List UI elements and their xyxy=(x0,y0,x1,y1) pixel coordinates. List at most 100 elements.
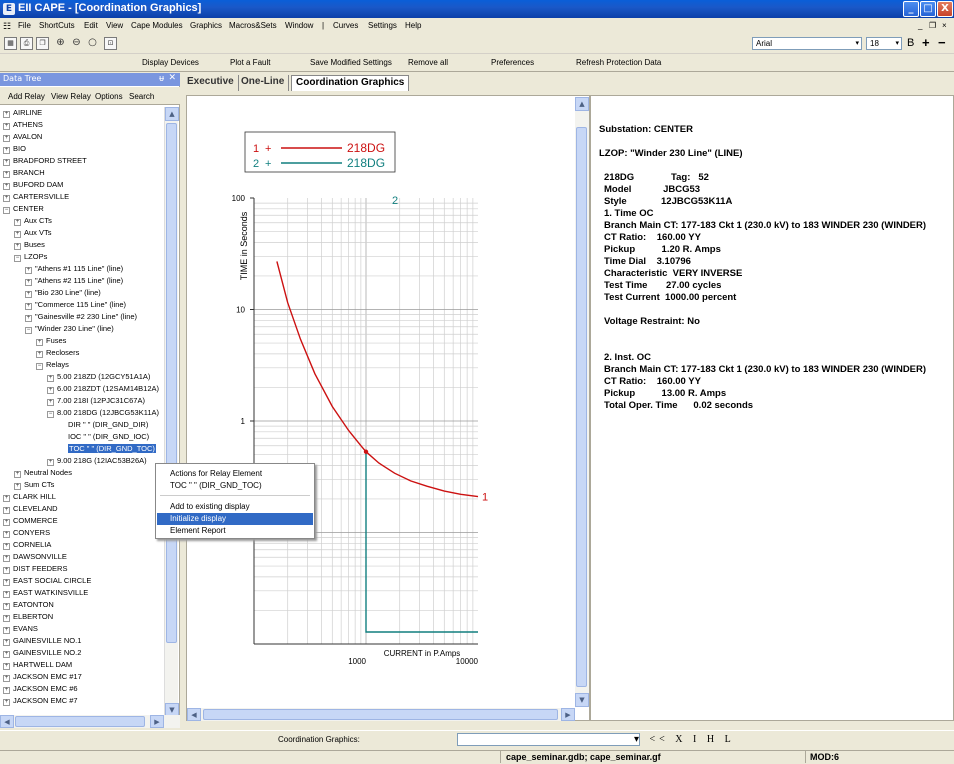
expand-icon[interactable]: + xyxy=(3,183,10,190)
expand-icon[interactable]: + xyxy=(25,267,32,274)
expand-icon[interactable]: + xyxy=(3,615,10,622)
tree-node-substation[interactable]: + GAINESVILLE NO.1 xyxy=(3,635,81,647)
tree-node-substation[interactable]: + BIO xyxy=(3,143,26,155)
menu-file[interactable]: File xyxy=(18,21,31,30)
expand-icon[interactable]: + xyxy=(3,507,10,514)
scroll-right-icon[interactable]: ▶ xyxy=(561,708,575,721)
graph-hscroll-thumb[interactable] xyxy=(203,709,558,720)
font-select[interactable]: Arial ▾ xyxy=(752,37,862,50)
zoom-fit-icon[interactable]: ⊡ xyxy=(104,37,117,50)
tree-node[interactable]: DIR " " (DIR_GND_DIR) xyxy=(58,419,148,431)
tree-node-substation[interactable]: + AIRLINE xyxy=(3,107,42,119)
copy-icon[interactable]: ❐ xyxy=(36,37,49,50)
tree-node[interactable]: + Neutral Nodes xyxy=(14,467,72,479)
tree-node-substation[interactable]: + EATONTON xyxy=(3,599,54,611)
preferences-button[interactable]: Preferences xyxy=(491,58,534,67)
expand-icon[interactable]: + xyxy=(14,231,21,238)
tree-node-substation[interactable]: + JACKSON EMC #7 xyxy=(3,695,78,707)
close-icon[interactable]: ✕ xyxy=(168,73,176,83)
tree-node[interactable]: + "Bio 230 Line" (line) xyxy=(25,287,101,299)
tree-node[interactable]: IOC " " (DIR_GND_IOC) xyxy=(58,431,149,443)
context-menu-item[interactable]: Element Report xyxy=(157,525,313,537)
tree-node-substation[interactable]: + AVALON xyxy=(3,131,42,143)
options-button[interactable]: Options xyxy=(95,92,123,101)
tree-node[interactable]: + Reclosers xyxy=(36,347,79,359)
increase-font-button[interactable]: + xyxy=(922,35,930,50)
expand-icon[interactable]: + xyxy=(14,471,21,478)
menu-shortcuts[interactable]: ShortCuts xyxy=(39,21,75,30)
collapse-icon[interactable]: − xyxy=(47,411,54,418)
tree-node[interactable]: + Buses xyxy=(14,239,45,251)
tree-scroll-thumb[interactable] xyxy=(166,123,177,643)
expand-icon[interactable]: + xyxy=(3,663,10,670)
font-size-select[interactable]: 18 ▾ xyxy=(866,37,902,50)
expand-icon[interactable]: + xyxy=(3,699,10,706)
expand-icon[interactable]: + xyxy=(47,375,54,382)
tree-node-substation[interactable]: + CLARK HILL xyxy=(3,491,56,503)
close-button[interactable]: X xyxy=(937,1,953,17)
zoom-in-icon[interactable]: ⊕ xyxy=(54,37,67,50)
tree-node-substation[interactable]: + COMMERCE xyxy=(3,515,58,527)
tree-node-substation[interactable]: + ELBERTON xyxy=(3,611,53,623)
menu-macros-sets[interactable]: Macros&Sets xyxy=(229,21,277,30)
expand-icon[interactable]: + xyxy=(36,339,43,346)
tree-horizontal-scrollbar[interactable]: ◀ ▶ xyxy=(0,715,180,728)
doc-minimize-button[interactable]: _ xyxy=(918,21,922,30)
collapse-icon[interactable]: − xyxy=(36,363,43,370)
maximize-button[interactable]: □ xyxy=(920,1,936,17)
tree-node[interactable]: + "Commerce 115 Line" (line) xyxy=(25,299,126,311)
scroll-right-icon[interactable]: ▶ xyxy=(150,715,164,728)
expand-icon[interactable]: + xyxy=(3,543,10,550)
tree-node-substation[interactable]: + DIST FEEDERS xyxy=(3,563,67,575)
expand-icon[interactable]: + xyxy=(3,687,10,694)
expand-icon[interactable]: + xyxy=(3,603,10,610)
print-icon[interactable]: ⎙ xyxy=(20,37,33,50)
decrease-font-button[interactable]: − xyxy=(938,35,946,50)
tree-node-substation[interactable]: + ATHENS xyxy=(3,119,43,131)
minimize-button[interactable]: _ xyxy=(903,1,919,17)
doc-restore-button[interactable]: ❐ xyxy=(929,21,936,30)
tree-node-substation[interactable]: + CONYERS xyxy=(3,527,50,539)
tree-vertical-scrollbar[interactable]: ▲ ▼ xyxy=(164,107,179,717)
scroll-up-icon[interactable]: ▲ xyxy=(165,107,179,121)
document-icon[interactable]: ☷ xyxy=(3,21,11,32)
tree-node[interactable]: + "Athens #2 115 Line" (line) xyxy=(25,275,123,287)
context-menu-item[interactable]: Initialize display xyxy=(157,513,313,525)
curve-1[interactable] xyxy=(276,261,479,498)
expand-icon[interactable]: + xyxy=(3,519,10,526)
tree-node[interactable]: −8.00 218DG (12JBCG53K11A) xyxy=(47,407,159,419)
expand-icon[interactable]: + xyxy=(3,567,10,574)
expand-icon[interactable]: + xyxy=(47,399,54,406)
collapse-icon[interactable]: − xyxy=(25,327,32,334)
tree-node[interactable]: + Sum CTs xyxy=(14,479,54,491)
tree-node-substation[interactable]: + CLEVELAND xyxy=(3,503,58,515)
graph-vertical-scrollbar[interactable]: ▲ ▼ xyxy=(575,97,589,707)
coordination-chart[interactable]: 100 10 1 1000 10000CURRENT in P.Amps TIME in … xyxy=(187,96,577,706)
add-relay-button[interactable]: Add Relay xyxy=(8,92,45,101)
expand-icon[interactable]: + xyxy=(3,591,10,598)
tree-node[interactable]: + "Gainesville #2 230 Line" (line) xyxy=(25,311,137,323)
context-menu-item[interactable]: TOC " " (DIR_GND_TOC) xyxy=(157,480,313,492)
tree-node-substation[interactable]: + HARTWELL DAM xyxy=(3,659,72,671)
expand-icon[interactable]: + xyxy=(14,483,21,490)
scroll-up-icon[interactable]: ▲ xyxy=(575,97,589,111)
doc-close-button[interactable]: × xyxy=(942,21,947,30)
collapse-icon[interactable]: − xyxy=(3,207,10,214)
tree-node-substation[interactable]: + EAST WATKINSVILLE xyxy=(3,587,88,599)
save-modified-settings-button[interactable]: Save Modified Settings xyxy=(310,58,392,67)
tree-node[interactable]: − LZOPs xyxy=(14,251,47,263)
scroll-left-icon[interactable]: ◀ xyxy=(187,708,201,721)
expand-icon[interactable]: + xyxy=(3,531,10,538)
expand-icon[interactable]: + xyxy=(25,315,32,322)
tab-one-line[interactable]: One-Line xyxy=(237,75,290,91)
menu-window[interactable]: Window xyxy=(285,21,313,30)
tree-node[interactable]: − Relays xyxy=(36,359,69,371)
plot-fault-button[interactable]: Plot a Fault xyxy=(230,58,270,67)
tree-node[interactable]: + Fuses xyxy=(36,335,66,347)
expand-icon[interactable]: + xyxy=(47,387,54,394)
expand-icon[interactable]: + xyxy=(3,651,10,658)
expand-icon[interactable]: + xyxy=(3,675,10,682)
tree-node-substation[interactable]: + JACKSON EMC #17 xyxy=(3,671,82,683)
expand-icon[interactable]: + xyxy=(3,555,10,562)
expand-icon[interactable]: + xyxy=(14,219,21,226)
